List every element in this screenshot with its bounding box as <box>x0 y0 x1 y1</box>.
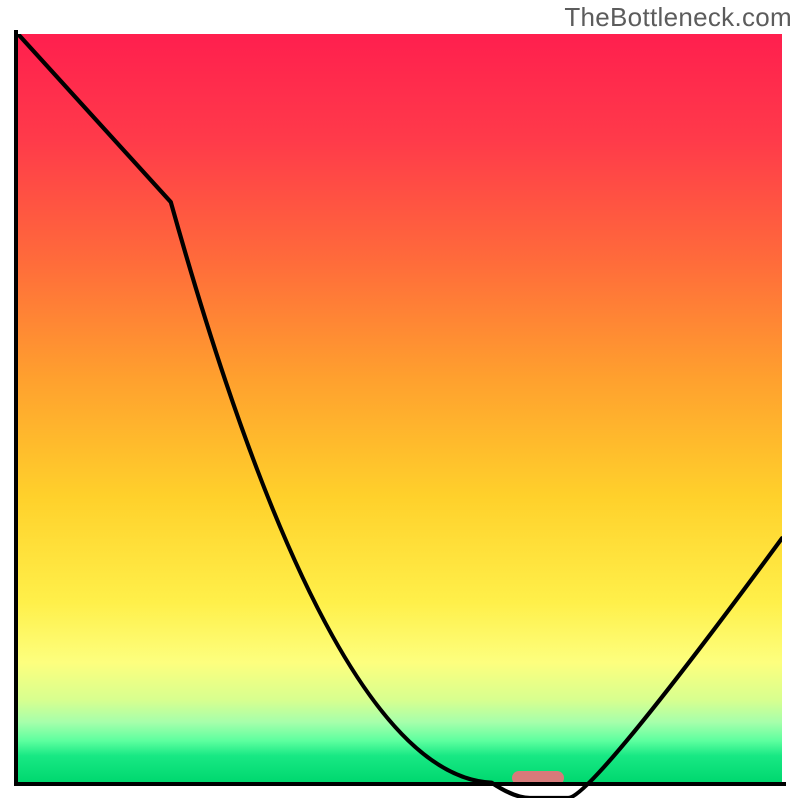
y-axis <box>14 30 18 786</box>
bottleneck-chart: TheBottleneck.com <box>0 0 800 800</box>
plot-area <box>18 34 782 782</box>
bottleneck-curve <box>18 34 782 798</box>
watermark-text: TheBottleneck.com <box>564 2 792 33</box>
x-axis <box>14 782 786 786</box>
